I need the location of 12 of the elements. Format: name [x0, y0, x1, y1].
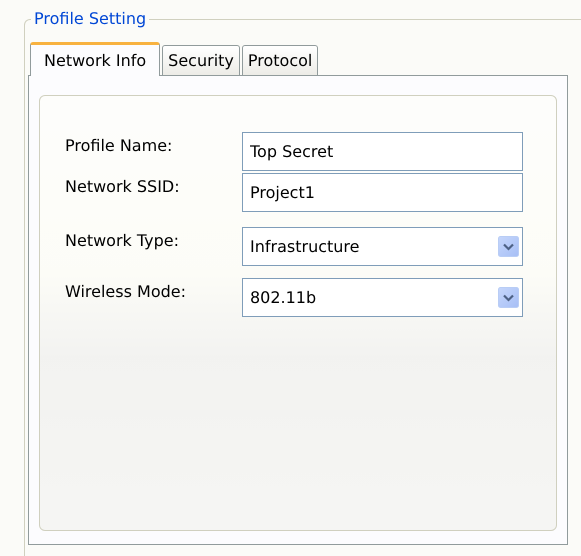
tab[interactable]: Security [162, 45, 240, 75]
dropdown-field[interactable]: Infrastructure [242, 227, 523, 266]
dropdown-field[interactable]: 802.11b [242, 278, 523, 317]
field-label: Profile Name: [65, 135, 174, 155]
field-label: Network Type: [65, 230, 180, 250]
field-label: Network SSID: [65, 176, 181, 196]
field-label: Wireless Mode: [65, 281, 188, 301]
text-field[interactable]: Top Secret [242, 132, 523, 171]
group-title: Profile Setting [31, 9, 150, 28]
tab[interactable]: Network Info [30, 42, 160, 76]
text-field[interactable]: Project1 [242, 173, 523, 212]
tab[interactable]: Protocol [242, 45, 318, 75]
